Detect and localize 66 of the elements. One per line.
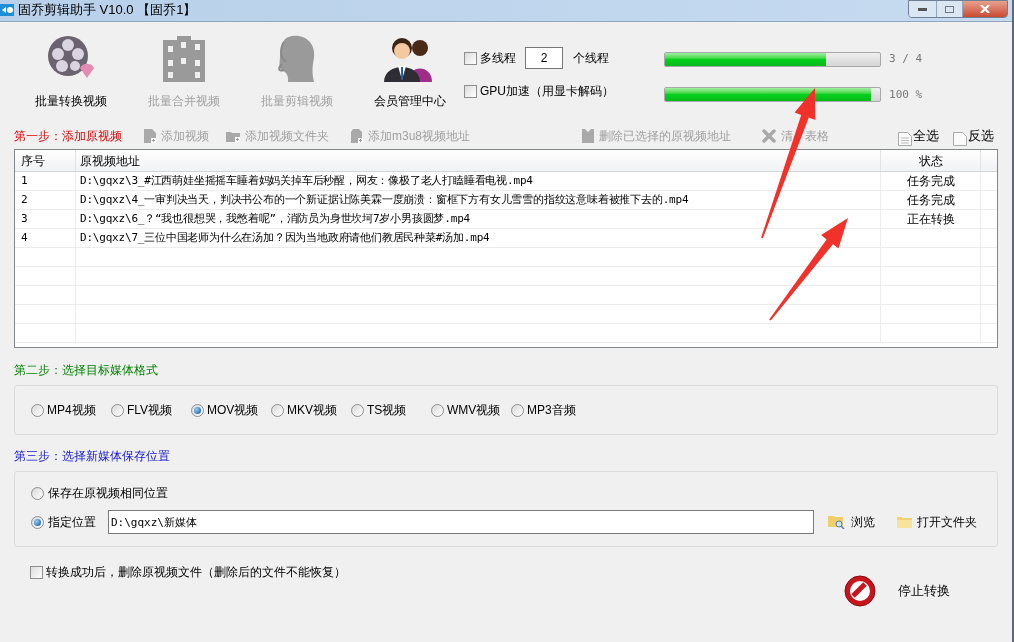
- table-cell: 任务完成: [881, 172, 981, 190]
- radio-button[interactable]: [31, 515, 44, 529]
- radio-label: FLV视频: [127, 402, 173, 419]
- thread-count-label: 个线程: [573, 50, 609, 67]
- radio-button[interactable]: [31, 403, 44, 417]
- checkbox-label: 转换成功后，删除原视频文件（删除后的文件不能恢复）: [46, 564, 346, 581]
- folder-add-icon: [226, 130, 240, 142]
- radio-label: WMV视频: [447, 402, 501, 419]
- radio-label: MOV视频: [207, 402, 259, 419]
- progress-reading: 3 / 4: [889, 51, 923, 67]
- checkbox[interactable]: [464, 51, 477, 65]
- progress-reading: 100 %: [889, 86, 923, 103]
- cross-icon: [762, 129, 777, 143]
- radio-label: 指定位置: [48, 514, 96, 531]
- radio-button[interactable]: [431, 403, 444, 417]
- checkbox[interactable]: [30, 565, 43, 579]
- window-title: 固乔剪辑助手 V10.0 【固乔1】: [18, 1, 197, 20]
- maximize-button[interactable]: [937, 1, 963, 17]
- document-icon: [898, 131, 912, 146]
- file-add-icon: [144, 129, 156, 143]
- radio-button[interactable]: [111, 403, 124, 417]
- minimize-button[interactable]: [909, 1, 937, 17]
- browse-button[interactable]: 浏览: [828, 513, 875, 531]
- radio-button[interactable]: [31, 486, 44, 500]
- close-button[interactable]: [963, 1, 1007, 17]
- toolbar-button[interactable]: 批量转换视频: [14, 32, 127, 125]
- app-icon: [0, 4, 14, 16]
- table-cell: 1: [15, 172, 76, 190]
- radio-button[interactable]: [511, 403, 524, 417]
- blank-page-icon: [953, 131, 967, 146]
- maximize-icon: [945, 5, 954, 13]
- invert-selection-button[interactable]: 反选: [953, 126, 994, 146]
- folder-icon: [897, 516, 912, 528]
- column-header[interactable]: 序号: [15, 150, 76, 171]
- table-cell: 任务完成: [881, 191, 981, 209]
- checkbox-label: 多线程: [480, 50, 517, 67]
- document-add-icon: [351, 129, 363, 143]
- table-cell: 4: [15, 229, 76, 247]
- radio-label: MP4视频: [47, 402, 96, 419]
- table-cell: 正在转换: [881, 210, 981, 228]
- open-folder-button[interactable]: 打开文件夹: [897, 513, 977, 531]
- save-path-field[interactable]: D:\gqxz\新媒体: [108, 510, 814, 534]
- table-cell: 3: [15, 210, 76, 228]
- checkbox-label: GPU加速（用显卡解码）: [480, 83, 614, 100]
- close-icon: [980, 5, 990, 13]
- radio-label: 保存在原视频相同位置: [48, 485, 168, 502]
- toolbar-button[interactable]: 会员管理中心: [353, 32, 466, 125]
- table-cell: 2: [15, 191, 76, 209]
- radio-label: TS视频: [367, 402, 407, 419]
- file-delete-icon: [582, 129, 595, 143]
- step-heading: 第二步：选择目标媒体格式: [14, 362, 159, 379]
- no-entry-icon: [844, 575, 876, 607]
- stop-button[interactable]: 停止转换: [844, 573, 950, 609]
- step-heading: 第三步：选择新媒体保存位置: [14, 448, 171, 465]
- minimize-icon: [918, 7, 927, 11]
- column-header[interactable]: 状态: [881, 150, 981, 171]
- select-all-button[interactable]: 全选: [898, 126, 939, 146]
- checkbox[interactable]: [464, 84, 477, 98]
- folder-search-icon: [828, 515, 845, 529]
- thread-count-field[interactable]: 2: [525, 47, 563, 69]
- step-heading: 第一步：添加原视频: [14, 128, 122, 145]
- radio-button[interactable]: [351, 403, 364, 417]
- radio-button[interactable]: [271, 403, 284, 417]
- radio-label: MKV视频: [287, 402, 337, 419]
- radio-label: MP3音频: [527, 402, 576, 419]
- radio-button[interactable]: [191, 403, 204, 417]
